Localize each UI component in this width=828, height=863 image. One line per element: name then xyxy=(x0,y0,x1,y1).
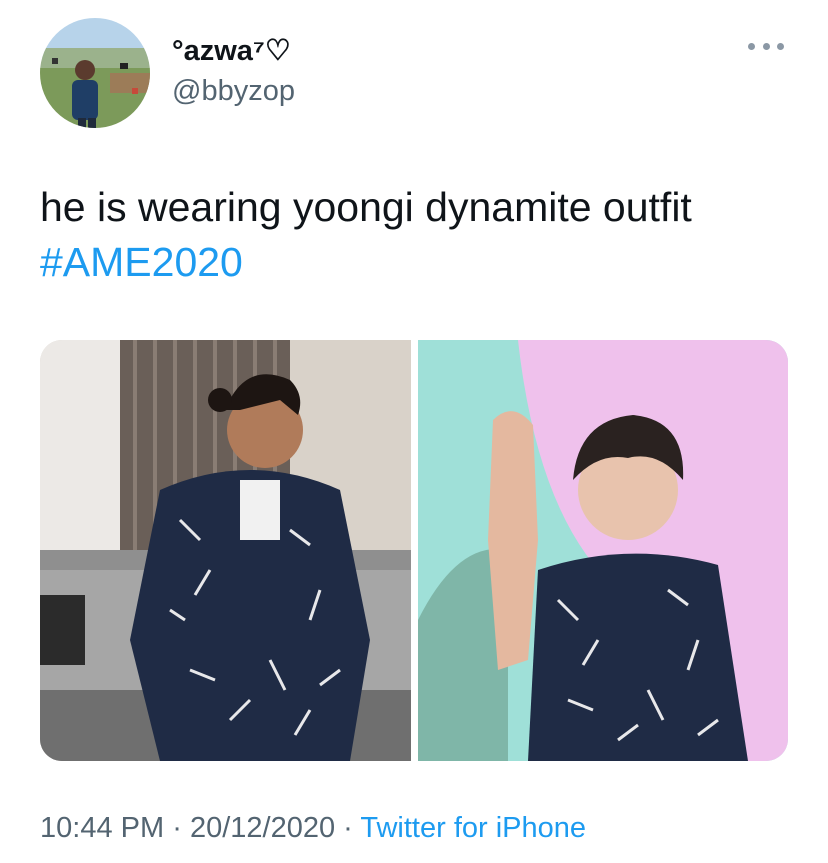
user-handle[interactable]: @bbyzop xyxy=(172,75,295,108)
meta-separator: · xyxy=(343,812,353,844)
tweet-time[interactable]: 10:44 PM xyxy=(40,812,164,844)
media-grid xyxy=(40,340,788,761)
avatar-image xyxy=(40,18,150,128)
meta-separator: · xyxy=(172,812,182,844)
dot xyxy=(748,42,755,50)
tweet-source-link[interactable]: Twitter for iPhone xyxy=(360,812,586,844)
tweet-body: he is wearing yoongi dynamite outfit xyxy=(40,184,692,230)
dot xyxy=(762,42,770,50)
display-name[interactable]: °azwa⁷♡ xyxy=(172,33,291,68)
tweet-date[interactable]: 20/12/2020 xyxy=(190,812,335,844)
photo-man-patterned-outfit[interactable] xyxy=(40,340,411,761)
hashtag-link[interactable]: #AME2020 xyxy=(40,235,243,290)
dot xyxy=(777,42,784,50)
more-dots-icon[interactable] xyxy=(748,38,784,54)
tweet-meta: 10:44 PM · 20/12/2020 · Twitter for iPho… xyxy=(40,812,586,845)
tweet-text: he is wearing yoongi dynamite outfit #AM… xyxy=(40,180,800,290)
photo-yoongi-patterned-outfit[interactable] xyxy=(417,340,789,761)
avatar[interactable] xyxy=(40,18,150,128)
